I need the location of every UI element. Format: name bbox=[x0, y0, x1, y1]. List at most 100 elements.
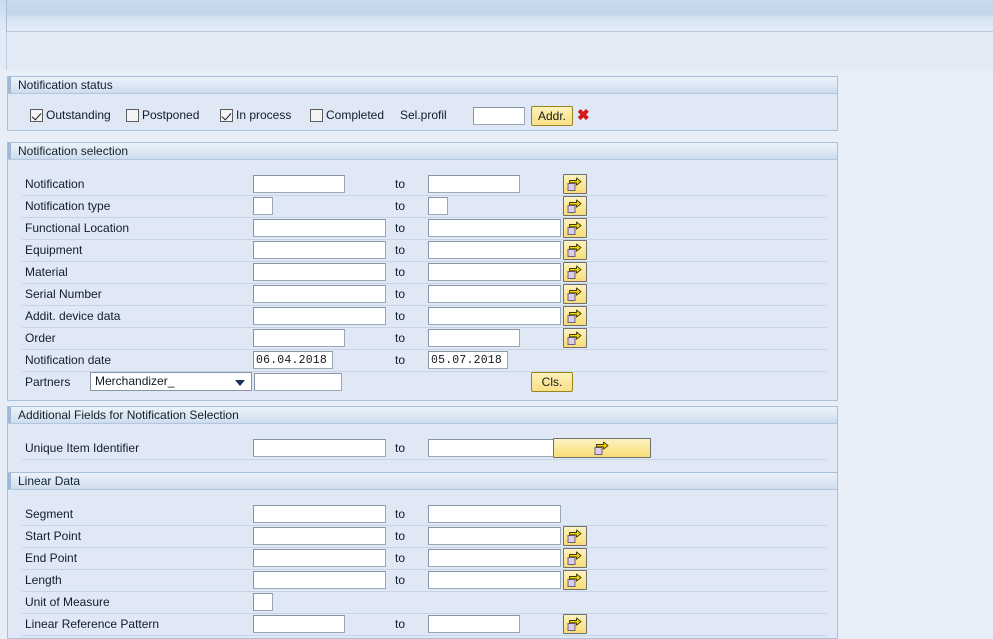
cls-button[interactable]: Cls. bbox=[531, 372, 573, 392]
field-label: Unit of Measure bbox=[25, 595, 110, 609]
notification-selection-3-to-input[interactable] bbox=[428, 241, 561, 259]
additional-fields-group: Additional Fields for Notification Selec… bbox=[7, 406, 838, 477]
linear-data-group-body: Segment to Start Point to End Point to Length t… bbox=[8, 490, 837, 638]
linear-data-1-from-input[interactable] bbox=[253, 527, 386, 545]
notification-selection-0-multi-select-button[interactable] bbox=[563, 174, 587, 194]
unique-item-identifier-from-input[interactable] bbox=[253, 439, 386, 457]
form-row: Notification type to bbox=[8, 196, 839, 218]
checkbox-box[interactable] bbox=[30, 109, 43, 122]
sel-profil-input[interactable] bbox=[473, 107, 525, 125]
to-label: to bbox=[395, 221, 406, 235]
notification-selection-7-to-input[interactable] bbox=[428, 329, 520, 347]
field-label: Notification type bbox=[25, 199, 111, 213]
to-label: to bbox=[395, 287, 406, 301]
notification-selection-4-from-input[interactable] bbox=[253, 263, 386, 281]
partners-value-input[interactable] bbox=[254, 373, 342, 391]
checkbox-box[interactable] bbox=[220, 109, 233, 122]
to-label: to bbox=[395, 573, 406, 587]
checkbox-box[interactable] bbox=[310, 109, 323, 122]
linear-data-group-header: Linear Data bbox=[8, 473, 837, 490]
checkbox-label: Postponed bbox=[142, 108, 200, 122]
notification-selection-5-multi-select-button[interactable] bbox=[563, 284, 587, 304]
field-label: Partners bbox=[25, 375, 71, 389]
form-row: Notification to bbox=[8, 174, 839, 196]
linear-data-3-to-input[interactable] bbox=[428, 571, 561, 589]
form-row: Addit. device data to bbox=[8, 306, 839, 328]
notification-selection-3-multi-select-button[interactable] bbox=[563, 240, 587, 260]
partners-select[interactable]: Merchandizer_ bbox=[90, 372, 252, 391]
multi-select-arrow-icon bbox=[567, 551, 583, 565]
multi-select-arrow-icon bbox=[567, 265, 583, 279]
field-label: Notification bbox=[25, 177, 85, 191]
notification-selection-7-multi-select-button[interactable] bbox=[563, 328, 587, 348]
notification-date-from-input[interactable] bbox=[253, 351, 333, 369]
form-row: Unique Item Identifier to bbox=[8, 438, 839, 460]
form-row: Length to bbox=[8, 570, 839, 592]
linear-data-0-from-input[interactable] bbox=[253, 505, 386, 523]
notification-selection-group-header-label: Notification selection bbox=[18, 144, 129, 158]
form-row: Serial Number to bbox=[8, 284, 839, 306]
notification-selection-1-multi-select-button[interactable] bbox=[563, 196, 587, 216]
linear-data-0-to-input[interactable] bbox=[428, 505, 561, 523]
field-label: Equipment bbox=[25, 243, 83, 257]
notification-status-group-header-label: Notification status bbox=[18, 78, 113, 92]
notification-selection-2-multi-select-button[interactable] bbox=[563, 218, 587, 238]
linear-data-2-multi-select-button[interactable] bbox=[563, 548, 587, 568]
field-label: Functional Location bbox=[25, 221, 130, 235]
multi-select-arrow-icon bbox=[567, 199, 583, 213]
notification-selection-2-to-input[interactable] bbox=[428, 219, 561, 237]
checkbox-label: Outstanding bbox=[46, 108, 111, 122]
multi-select-arrow-icon bbox=[567, 529, 583, 543]
field-label: Unique Item Identifier bbox=[25, 441, 140, 455]
field-label: Addit. device data bbox=[25, 309, 121, 323]
linear-data-4-from-input[interactable] bbox=[253, 593, 273, 611]
notification-selection-0-from-input[interactable] bbox=[253, 175, 345, 193]
multi-select-arrow-icon bbox=[567, 331, 583, 345]
notification-selection-6-from-input[interactable] bbox=[253, 307, 386, 325]
linear-data-5-multi-select-button[interactable] bbox=[563, 614, 587, 634]
form-row: Unit of Measure bbox=[8, 592, 839, 614]
notification-selection-3-from-input[interactable] bbox=[253, 241, 386, 259]
unique-item-identifier-multi-select-button[interactable] bbox=[553, 438, 651, 458]
multi-select-arrow-icon bbox=[594, 441, 610, 455]
multi-select-arrow-icon bbox=[567, 177, 583, 191]
notification-selection-group-header: Notification selection bbox=[8, 143, 837, 160]
notification-selection-0-to-input[interactable] bbox=[428, 175, 520, 193]
notification-selection-5-from-input[interactable] bbox=[253, 285, 386, 303]
notification-selection-5-to-input[interactable] bbox=[428, 285, 561, 303]
notification-selection-7-from-input[interactable] bbox=[253, 329, 345, 347]
checkbox-box[interactable] bbox=[126, 109, 139, 122]
to-label: to bbox=[395, 309, 406, 323]
notification-selection-2-from-input[interactable] bbox=[253, 219, 386, 237]
notification-selection-4-to-input[interactable] bbox=[428, 263, 561, 281]
multi-select-arrow-icon bbox=[567, 221, 583, 235]
to-label: to bbox=[395, 441, 406, 455]
linear-data-2-to-input[interactable] bbox=[428, 549, 561, 567]
partners-select-value: Merchandizer_ bbox=[95, 374, 175, 388]
linear-data-2-from-input[interactable] bbox=[253, 549, 386, 567]
notification-selection-1-from-input[interactable] bbox=[253, 197, 273, 215]
notification-date-to-input[interactable] bbox=[428, 351, 508, 369]
to-label: to bbox=[395, 199, 406, 213]
notification-selection-4-multi-select-button[interactable] bbox=[563, 262, 587, 282]
addr-button[interactable]: Addr. bbox=[531, 106, 573, 126]
linear-data-3-from-input[interactable] bbox=[253, 571, 386, 589]
notification-selection-group-body: Notification to Notification type to Functio… bbox=[8, 160, 837, 400]
linear-data-1-to-input[interactable] bbox=[428, 527, 561, 545]
row-divider bbox=[22, 635, 827, 636]
form-row: End Point to bbox=[8, 548, 839, 570]
delete-x-icon[interactable]: ✖ bbox=[577, 108, 590, 123]
linear-data-group: Linear Data Segment to Start Point to End Poi… bbox=[7, 472, 838, 639]
unique-item-identifier-to-input[interactable] bbox=[428, 439, 561, 457]
linear-data-1-multi-select-button[interactable] bbox=[563, 526, 587, 546]
notification-selection-6-to-input[interactable] bbox=[428, 307, 561, 325]
to-label: to bbox=[395, 353, 406, 367]
linear-data-5-from-input[interactable] bbox=[253, 615, 345, 633]
notification-selection-1-to-input[interactable] bbox=[428, 197, 448, 215]
linear-data-5-to-input[interactable] bbox=[428, 615, 520, 633]
linear-data-3-multi-select-button[interactable] bbox=[563, 570, 587, 590]
field-label: Segment bbox=[25, 507, 74, 521]
notification-selection-6-multi-select-button[interactable] bbox=[563, 306, 587, 326]
sel-profil-label: Sel.profil bbox=[400, 108, 447, 122]
field-label: Serial Number bbox=[25, 287, 102, 301]
